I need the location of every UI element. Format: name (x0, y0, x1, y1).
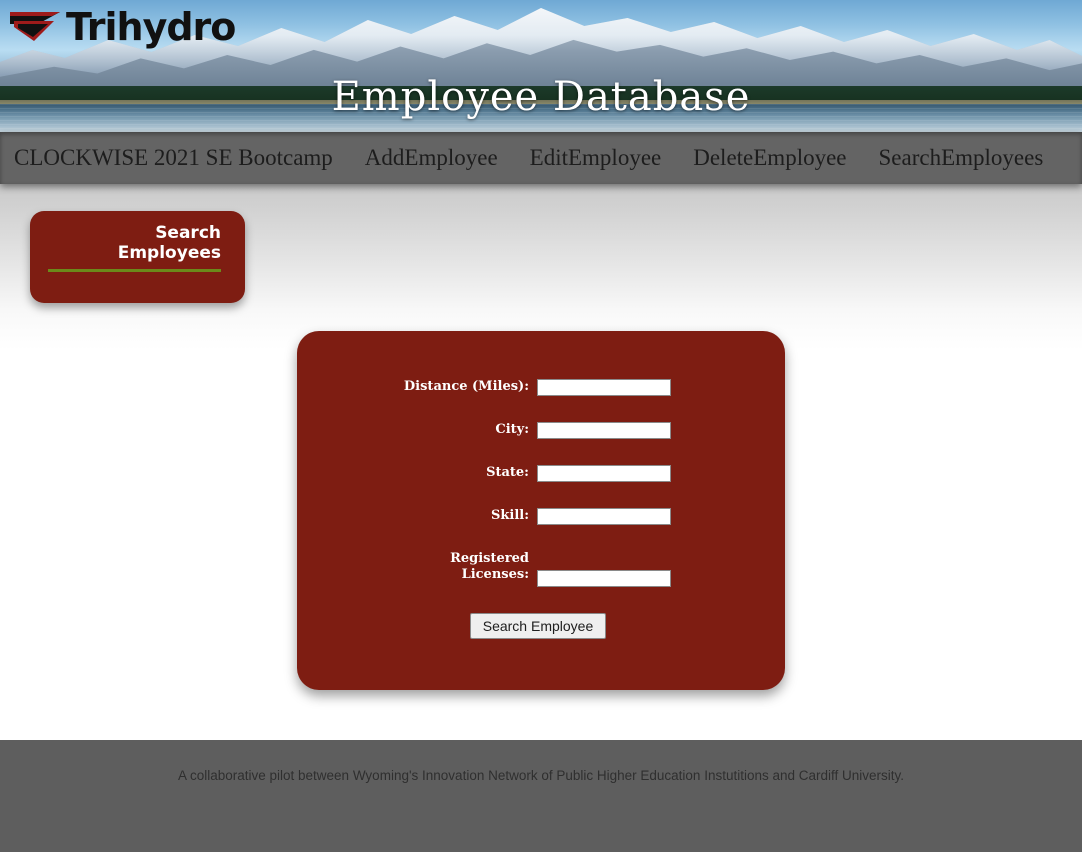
section-card-title-line2: Employees (117, 243, 221, 263)
section-card-title: Search Employees (30, 223, 231, 263)
form-row-skill: Skill: (297, 508, 785, 525)
form-row-distance: Distance (Miles): (297, 379, 785, 396)
registered-licenses-input-wrap: X (537, 551, 671, 587)
page-title: Employee Database (331, 74, 751, 120)
section-card-underline (48, 269, 221, 272)
city-label: City: (495, 422, 529, 437)
nav-item-bootcamp[interactable]: CLOCKWISE 2021 SE Bootcamp (14, 145, 333, 171)
state-input[interactable] (537, 465, 671, 482)
city-input[interactable] (537, 422, 671, 439)
registered-licenses-label: Registered Licenses: (297, 551, 537, 583)
site-footer: A collaborative pilot between Wyoming's … (0, 740, 1082, 852)
distance-label: Distance (Miles): (403, 379, 529, 394)
distance-input[interactable] (537, 379, 671, 396)
page-root: Trihydro Employee Database CLOCKWISE 202… (0, 0, 1082, 852)
form-row-city: City: (297, 422, 785, 439)
search-employees-heading-card: Search Employees (30, 211, 245, 303)
nav-item-edit-employee[interactable]: EditEmployee (530, 145, 662, 171)
registered-licenses-input[interactable] (537, 569, 671, 587)
trihydro-arrow-icon (8, 7, 64, 47)
form-row-registered-licenses: Registered Licenses: X (297, 551, 785, 587)
nav-item-delete-employee[interactable]: DeleteEmployee (693, 145, 846, 171)
search-employee-form: Distance (Miles): City: State: Skill: Re… (297, 331, 785, 690)
section-card-title-line1: Search (155, 223, 221, 243)
skill-input[interactable] (537, 508, 671, 525)
form-row-state: State: (297, 465, 785, 482)
footer-text: A collaborative pilot between Wyoming's … (177, 768, 905, 783)
site-banner: Trihydro Employee Database (0, 0, 1082, 132)
registered-licenses-label-line2: Licenses: (461, 567, 529, 582)
trihydro-logo[interactable]: Trihydro (8, 4, 236, 50)
registered-licenses-label-line1: Registered (450, 551, 529, 566)
nav-item-search-employees[interactable]: SearchEmployees (879, 145, 1044, 171)
state-label: State: (486, 465, 529, 480)
search-employee-button[interactable]: Search Employee (469, 613, 607, 639)
trihydro-wordmark: Trihydro (66, 5, 236, 49)
submit-row: Search Employee (297, 613, 785, 639)
nav-item-add-employee[interactable]: AddEmployee (365, 145, 498, 171)
skill-label: Skill: (490, 508, 529, 523)
main-navigation: CLOCKWISE 2021 SE Bootcamp AddEmployee E… (0, 132, 1082, 184)
